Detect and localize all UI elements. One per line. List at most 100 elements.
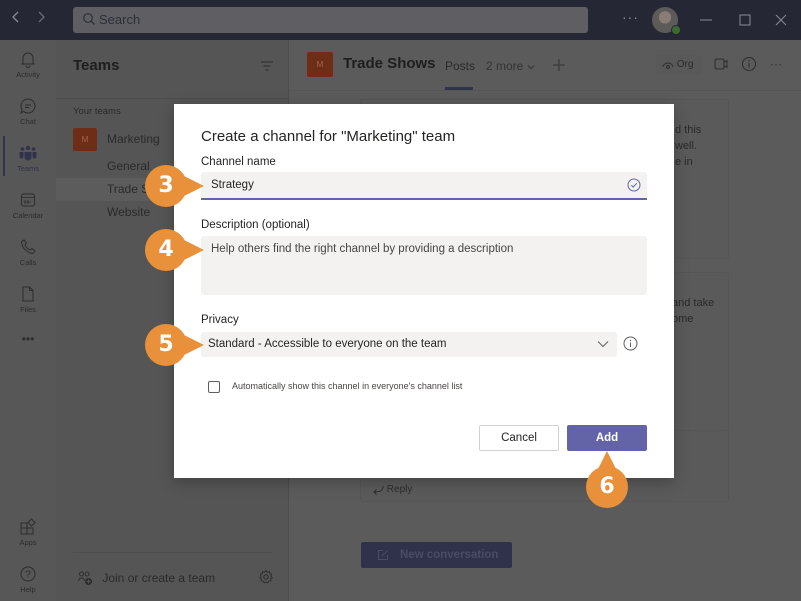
tab-more[interactable]: 2 more — [486, 59, 535, 73]
rail-item-files[interactable]: Files — [0, 279, 56, 325]
create-channel-dialog: Create a channel for "Marketing" team Ch… — [174, 104, 674, 478]
rail-item-calls[interactable]: Calls — [0, 232, 56, 278]
team-name[interactable]: Marketing — [107, 132, 160, 146]
privacy-select[interactable]: Standard - Accessible to everyone on the… — [201, 332, 617, 357]
back-button[interactable] — [8, 10, 24, 30]
reply-button[interactable]: Reply — [372, 484, 412, 495]
search-icon — [83, 13, 95, 25]
callout-step-3: 3 — [144, 164, 204, 208]
rail-label: Calls — [19, 258, 37, 267]
chevron-left-icon — [12, 11, 19, 23]
rail-item-help[interactable]: ? Help — [0, 559, 56, 601]
more-options-button[interactable]: ··· — [622, 9, 639, 25]
chat-icon — [20, 98, 36, 115]
post-line: ome — [672, 313, 694, 325]
rail-label: Activity — [16, 70, 40, 79]
calendar-icon — [21, 193, 35, 207]
close-window-button[interactable] — [771, 10, 791, 30]
gear-icon[interactable] — [258, 569, 274, 585]
reply-label: Reply — [386, 484, 413, 495]
add-team-icon — [78, 571, 92, 585]
rail-item-chat[interactable]: Chat — [0, 91, 56, 137]
rail-label: Calendar — [12, 211, 44, 220]
channel-title: Trade Shows — [343, 55, 436, 72]
callout-step-5: 5 — [144, 323, 204, 367]
join-create-label: Join or create a team — [102, 571, 216, 585]
description-placeholder: Help others find the right channel by pr… — [211, 243, 514, 255]
new-conversation-button[interactable]: New conversation — [361, 542, 512, 568]
callout-number: 3 — [158, 173, 174, 198]
rail-label: Files — [20, 305, 36, 314]
rail-more-button[interactable]: ••• — [0, 332, 56, 352]
chevron-down-icon — [527, 65, 535, 70]
file-icon — [22, 286, 34, 302]
channel-more-options[interactable]: ··· — [770, 57, 782, 71]
channel-name-value: Strategy — [211, 179, 254, 191]
rail-item-activity[interactable]: Activity — [0, 44, 56, 90]
tab-more-label: 2 more — [486, 59, 524, 73]
callout-number: 5 — [158, 332, 174, 357]
join-create-team-button[interactable]: Join or create a team — [77, 570, 215, 586]
org-label: Org — [676, 59, 694, 70]
description-label: Description (optional) — [201, 219, 310, 231]
privacy-info-icon[interactable] — [623, 336, 638, 351]
panel-title: Teams — [73, 57, 120, 74]
team-avatar: M — [73, 128, 97, 151]
post-text-fragment: and take ome — [672, 295, 714, 327]
auto-show-checkbox[interactable] — [208, 381, 220, 393]
post-line: e in — [675, 156, 693, 168]
privacy-value: Standard - Accessible to everyone on the… — [208, 338, 447, 350]
dialog-title: Create a channel for "Marketing" team — [201, 128, 456, 145]
callout-number: 4 — [158, 237, 174, 262]
title-bar: Search ··· — [0, 0, 801, 40]
forward-button[interactable] — [33, 10, 49, 30]
search-placeholder: Search — [99, 12, 141, 27]
rail-label: Chat — [20, 117, 36, 126]
channel-name-input[interactable]: Strategy — [201, 172, 647, 200]
help-icon: ? — [20, 566, 36, 582]
cancel-button[interactable]: Cancel — [479, 425, 559, 451]
minimize-button[interactable] — [696, 10, 716, 30]
post-line: d this — [675, 124, 702, 136]
profile-avatar[interactable] — [652, 7, 681, 35]
meet-video-icon[interactable] — [713, 56, 729, 72]
app-rail: Activity Chat Teams Calendar Calls Files… — [0, 40, 56, 601]
rail-label: Help — [20, 585, 36, 594]
org-button[interactable]: Org — [656, 55, 702, 75]
channel-name-label: Channel name — [201, 156, 276, 168]
post-line: and take — [672, 297, 715, 309]
bell-icon — [20, 52, 36, 68]
chevron-right-icon — [38, 11, 45, 23]
check-circle-icon — [627, 178, 641, 192]
channel-team-avatar: M — [307, 52, 333, 77]
rail-item-teams[interactable]: Teams — [0, 138, 56, 184]
callout-step-6: 6 — [585, 451, 629, 509]
rail-item-calendar[interactable]: Calendar — [0, 185, 56, 231]
rail-item-apps[interactable]: Apps — [0, 512, 56, 558]
svg-text:?: ? — [25, 570, 31, 581]
new-conversation-label: New conversation — [400, 549, 499, 561]
tab-posts[interactable]: Posts — [445, 59, 475, 73]
privacy-label: Privacy — [201, 314, 239, 326]
reply-arrow-icon — [373, 485, 384, 495]
search-input[interactable]: Search — [73, 7, 588, 33]
post-text-fragment: d this well. e in — [675, 122, 701, 170]
divider — [73, 552, 273, 553]
divider — [56, 98, 289, 99]
section-label: Your teams — [73, 106, 121, 117]
phone-icon — [20, 239, 36, 255]
auto-show-label: Automatically show this channel in every… — [232, 381, 463, 391]
chevron-down-icon — [597, 341, 609, 348]
rail-label: Teams — [16, 164, 40, 173]
add-button[interactable]: Add — [567, 425, 647, 451]
maximize-button[interactable] — [735, 10, 755, 30]
callout-step-4: 4 — [144, 228, 204, 272]
compose-icon — [378, 550, 388, 560]
teams-icon — [19, 145, 37, 161]
apps-icon — [20, 518, 36, 535]
add-tab-button[interactable] — [552, 58, 566, 72]
filter-icon[interactable] — [260, 60, 274, 72]
info-icon[interactable] — [741, 56, 757, 72]
callout-number: 6 — [599, 474, 615, 499]
description-input[interactable]: Help others find the right channel by pr… — [201, 236, 647, 295]
